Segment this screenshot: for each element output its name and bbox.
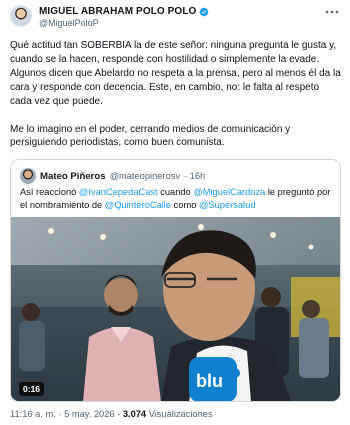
quoted-text-part: cuando	[157, 187, 194, 197]
more-options-icon[interactable]	[324, 7, 340, 17]
avatar[interactable]	[10, 5, 32, 27]
quoted-text-part: como	[171, 199, 199, 210]
quoted-avatar[interactable]	[20, 168, 36, 184]
views-count: 3.074	[122, 409, 147, 419]
mention-link[interactable]: @Supersalud	[199, 200, 255, 210]
mention-link[interactable]: @MiguelCardoza	[193, 187, 265, 197]
post-timestamp[interactable]: 11:16 a. m. · 5 may. 2026	[10, 409, 115, 419]
author-name-row[interactable]: MIGUEL ABRAHAM POLO POLO	[39, 6, 209, 17]
post-meta: 11:16 a. m. · 5 may. 2026 · 3.074 Visual…	[10, 409, 213, 419]
post-header: MIGUEL ABRAHAM POLO POLO @MiguelPoloP	[10, 3, 340, 29]
mention-link[interactable]: @QuinteroCalle	[105, 200, 171, 210]
quoted-text-part: Así reaccionó	[20, 187, 79, 197]
quoted-header: Mateo Piñeros @mateopinerosv · 16h	[20, 168, 205, 184]
quoted-text: Así reaccionó @IvanCepedaCast cuando @Mi…	[20, 186, 335, 212]
video-duration: 0:16	[19, 382, 45, 396]
quoted-post[interactable]: Mateo Piñeros @mateopinerosv · 16h Así r…	[10, 159, 341, 402]
quoted-time[interactable]: · 16h	[184, 171, 205, 181]
author-handle[interactable]: @MiguelPoloP	[39, 18, 99, 28]
post-text: Qué actitud tan SOBERBIA la de este seño…	[10, 39, 342, 164]
mention-link[interactable]: @IvanCepedaCast	[79, 187, 158, 197]
svg-text:blu: blu	[196, 371, 223, 391]
video-frame: blu	[11, 217, 340, 401]
author-name[interactable]: MIGUEL ABRAHAM POLO POLO	[39, 6, 196, 17]
verified-badge-icon	[200, 7, 209, 16]
quoted-author-name[interactable]: Mateo Piñeros	[40, 171, 106, 182]
views-label: Visualizaciones	[148, 409, 213, 419]
meta-separator: ·	[114, 409, 123, 419]
quoted-author-handle[interactable]: @mateopinerosv	[110, 171, 180, 181]
video-player[interactable]: blu 0:16	[11, 217, 340, 401]
post-paragraph-1: Qué actitud tan SOBERBIA la de este seño…	[10, 40, 341, 107]
post-paragraph-2: Me lo imagino en el poder, cerrando medi…	[10, 123, 291, 149]
